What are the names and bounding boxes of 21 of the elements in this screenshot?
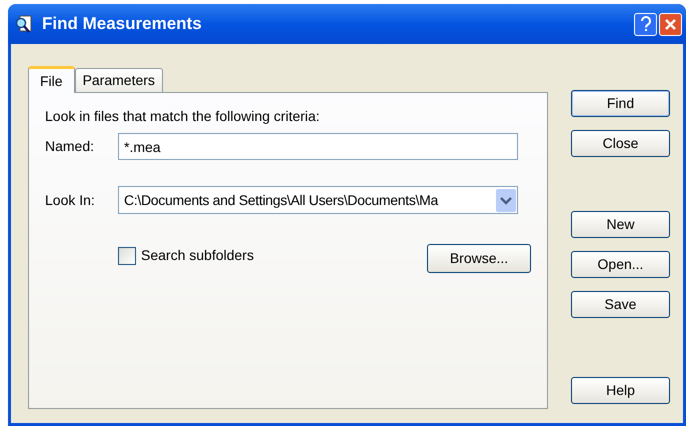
close-icon: [664, 18, 677, 30]
search-subfolders-checkbox[interactable]: Search subfolders: [118, 245, 254, 266]
named-label: Named:: [45, 137, 96, 156]
named-field[interactable]: *.mea: [118, 133, 518, 160]
criteria-text: Look in files that match the following criteria:: [45, 107, 321, 126]
magnifier-document-icon: [14, 14, 34, 34]
help-title-button[interactable]: [634, 12, 657, 36]
dialog-button[interactable]: Help: [571, 377, 670, 404]
window-title: Find Measurements: [42, 13, 202, 36]
look-in-dropdown[interactable]: C:\Documents and Settings\All Users\Documents\Ma: [118, 186, 518, 214]
look-in-label: Look In:: [45, 190, 96, 210]
browse-button[interactable]: Browse...: [427, 244, 531, 273]
dialog-button[interactable]: New: [571, 211, 670, 238]
tab[interactable]: Parameters: [74, 68, 163, 92]
tab[interactable]: File: [28, 66, 75, 93]
close-title-button[interactable]: [659, 12, 682, 36]
dialog-button[interactable]: Close: [571, 130, 670, 157]
help-icon: [640, 16, 652, 32]
dialog-button[interactable]: Open...: [571, 251, 670, 278]
dialog-button[interactable]: Find: [571, 90, 670, 117]
dialog-button[interactable]: Save: [571, 291, 670, 318]
